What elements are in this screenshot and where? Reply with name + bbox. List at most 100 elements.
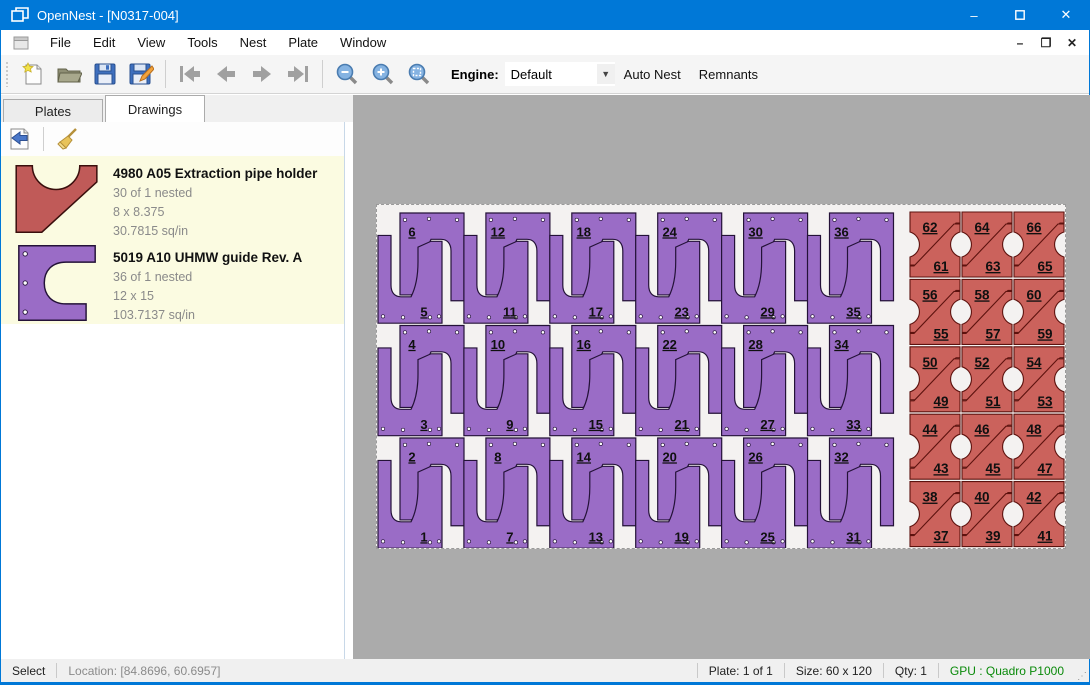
minimize-button[interactable]: – [951, 0, 997, 30]
open-button[interactable] [51, 58, 87, 90]
main-toolbar: Engine: Default ▼ Auto Nest Remnants [1, 55, 1089, 94]
svg-text:30: 30 [748, 225, 762, 240]
tab-plates[interactable]: Plates [3, 99, 103, 122]
nest-pair-purple[interactable]: 1615 [550, 326, 636, 436]
nest-pair-purple[interactable]: 2423 [636, 213, 722, 323]
nest-pair-red[interactable]: 46 45 [962, 414, 1012, 479]
nest-pair-purple[interactable]: 1211 [464, 213, 550, 323]
nest-pair-purple[interactable]: 3635 [808, 213, 894, 323]
nest-pair-purple[interactable]: 2221 [636, 326, 722, 436]
svg-text:10: 10 [491, 337, 505, 352]
nest-pair-red[interactable]: 6059 [1014, 279, 1064, 344]
svg-text:36: 36 [834, 225, 848, 240]
nest-pair-red[interactable]: 4241 [1014, 482, 1064, 547]
svg-text:45: 45 [985, 461, 1001, 476]
menu-view[interactable]: View [126, 31, 176, 54]
maximize-button[interactable] [997, 0, 1043, 30]
nest-pair-purple[interactable]: 21 [378, 438, 464, 548]
nest-pair-red[interactable]: 5049 [910, 347, 960, 412]
svg-text:62: 62 [922, 220, 937, 235]
save-as-button[interactable] [123, 58, 159, 90]
nest-pair-purple[interactable]: 2827 [722, 326, 808, 436]
mdi-restore-button[interactable]: ❐ [1035, 33, 1057, 53]
import-drawing-button[interactable] [1, 123, 37, 155]
menu-tools[interactable]: Tools [176, 31, 228, 54]
go-next-icon [249, 63, 275, 85]
nest-pair-red[interactable]: 6665 [1014, 212, 1064, 277]
chevron-down-icon[interactable]: ▼ [597, 64, 615, 84]
svg-text:48: 48 [1026, 422, 1042, 437]
svg-text:22: 22 [662, 337, 676, 352]
toolbar-grip[interactable] [5, 61, 9, 87]
nest-pair-red[interactable]: 5251 [962, 347, 1012, 412]
zoom-out-button[interactable] [329, 58, 365, 90]
nest-pair-red[interactable]: 4443 [910, 414, 960, 479]
nest-pair-purple[interactable]: 87 [464, 438, 550, 548]
drawing-nested: 30 of 1 nested [113, 184, 317, 203]
zoom-fit-button[interactable] [401, 58, 437, 90]
svg-text:7: 7 [506, 530, 513, 545]
go-last-button[interactable] [280, 58, 316, 90]
nest-pair-purple[interactable]: 3433 [808, 326, 894, 436]
nest-pair-red[interactable]: 5453 [1014, 347, 1064, 412]
menu-edit[interactable]: Edit [82, 31, 126, 54]
nest-pair-purple[interactable]: 43 [378, 326, 464, 436]
nest-pair-purple[interactable]: 65 [378, 213, 464, 323]
remnants-button[interactable]: Remnants [690, 61, 767, 88]
engine-combobox[interactable]: Default ▼ [505, 62, 615, 86]
nest-pair-purple[interactable]: 1413 [550, 438, 636, 548]
svg-text:15: 15 [589, 417, 603, 432]
nest-pair-red[interactable]: 5655 [910, 279, 960, 344]
new-file-button[interactable] [15, 58, 51, 90]
drawing-item-4980[interactable]: 4980 A05 Extraction pipe holder 30 of 1 … [1, 156, 344, 240]
nest-pair-red[interactable]: 6463 [962, 212, 1012, 277]
nest-pair-red[interactable]: 5857 [962, 279, 1012, 344]
nest-pair-red[interactable]: 3837 [910, 482, 960, 547]
menu-file[interactable]: File [39, 31, 82, 54]
auto-nest-button[interactable]: Auto Nest [615, 61, 690, 88]
go-last-icon [285, 63, 311, 85]
nest-pair-purple[interactable]: 2625 [722, 438, 808, 548]
window-title: OpenNest - [N0317-004] [37, 8, 179, 23]
nest-canvas[interactable]: 6512111817242330293635431091615222128273… [353, 95, 1090, 659]
resize-grip[interactable]: ⋰ [1075, 659, 1089, 682]
drawings-toolbar [1, 122, 344, 156]
nest-pair-purple[interactable]: 3029 [722, 213, 808, 323]
engine-value: Default [511, 67, 552, 82]
drawing-size: 8 x 8.375 [113, 203, 317, 222]
mdi-close-button[interactable]: ✕ [1061, 33, 1083, 53]
svg-text:54: 54 [1026, 355, 1042, 370]
nest-pair-red[interactable]: 4847 [1014, 414, 1064, 479]
zoom-in-button[interactable] [365, 58, 401, 90]
mdi-child-icon[interactable] [13, 36, 29, 50]
close-button[interactable]: ✕ [1043, 0, 1089, 30]
tab-drawings[interactable]: Drawings [105, 95, 205, 122]
clean-button[interactable] [50, 123, 86, 155]
nest-pair-purple[interactable]: 10 9 [464, 326, 550, 436]
status-size: Size: 60 x 120 [785, 664, 883, 678]
mdi-minimize-button[interactable]: – [1009, 33, 1031, 53]
nest-pair-red[interactable]: 4039 [962, 482, 1012, 547]
svg-text:9: 9 [506, 417, 513, 432]
nest-pair-purple[interactable]: 1817 [550, 213, 636, 323]
save-button[interactable] [87, 58, 123, 90]
app-icon [11, 7, 29, 23]
go-first-button[interactable] [172, 58, 208, 90]
svg-text:52: 52 [974, 355, 989, 370]
svg-text:27: 27 [760, 417, 774, 432]
menu-window[interactable]: Window [329, 31, 397, 54]
menu-nest[interactable]: Nest [229, 31, 278, 54]
go-next-button[interactable] [244, 58, 280, 90]
svg-text:50: 50 [922, 355, 937, 370]
import-drawing-icon [7, 127, 31, 151]
nest-pair-purple[interactable]: 2019 [636, 438, 722, 548]
drawing-item-5019[interactable]: 5019 A10 UHMW guide Rev. A 36 of 1 neste… [1, 240, 344, 324]
go-previous-button[interactable] [208, 58, 244, 90]
nest-pair-purple[interactable]: 3231 [808, 438, 894, 548]
menu-plate[interactable]: Plate [277, 31, 329, 54]
svg-text:46: 46 [974, 422, 990, 437]
plate[interactable]: 6512111817242330293635431091615222128273… [376, 204, 1066, 549]
drawings-panel: 4980 A05 Extraction pipe holder 30 of 1 … [1, 122, 345, 659]
svg-text:25: 25 [760, 530, 774, 545]
nest-pair-red[interactable]: 6261 [910, 212, 960, 277]
